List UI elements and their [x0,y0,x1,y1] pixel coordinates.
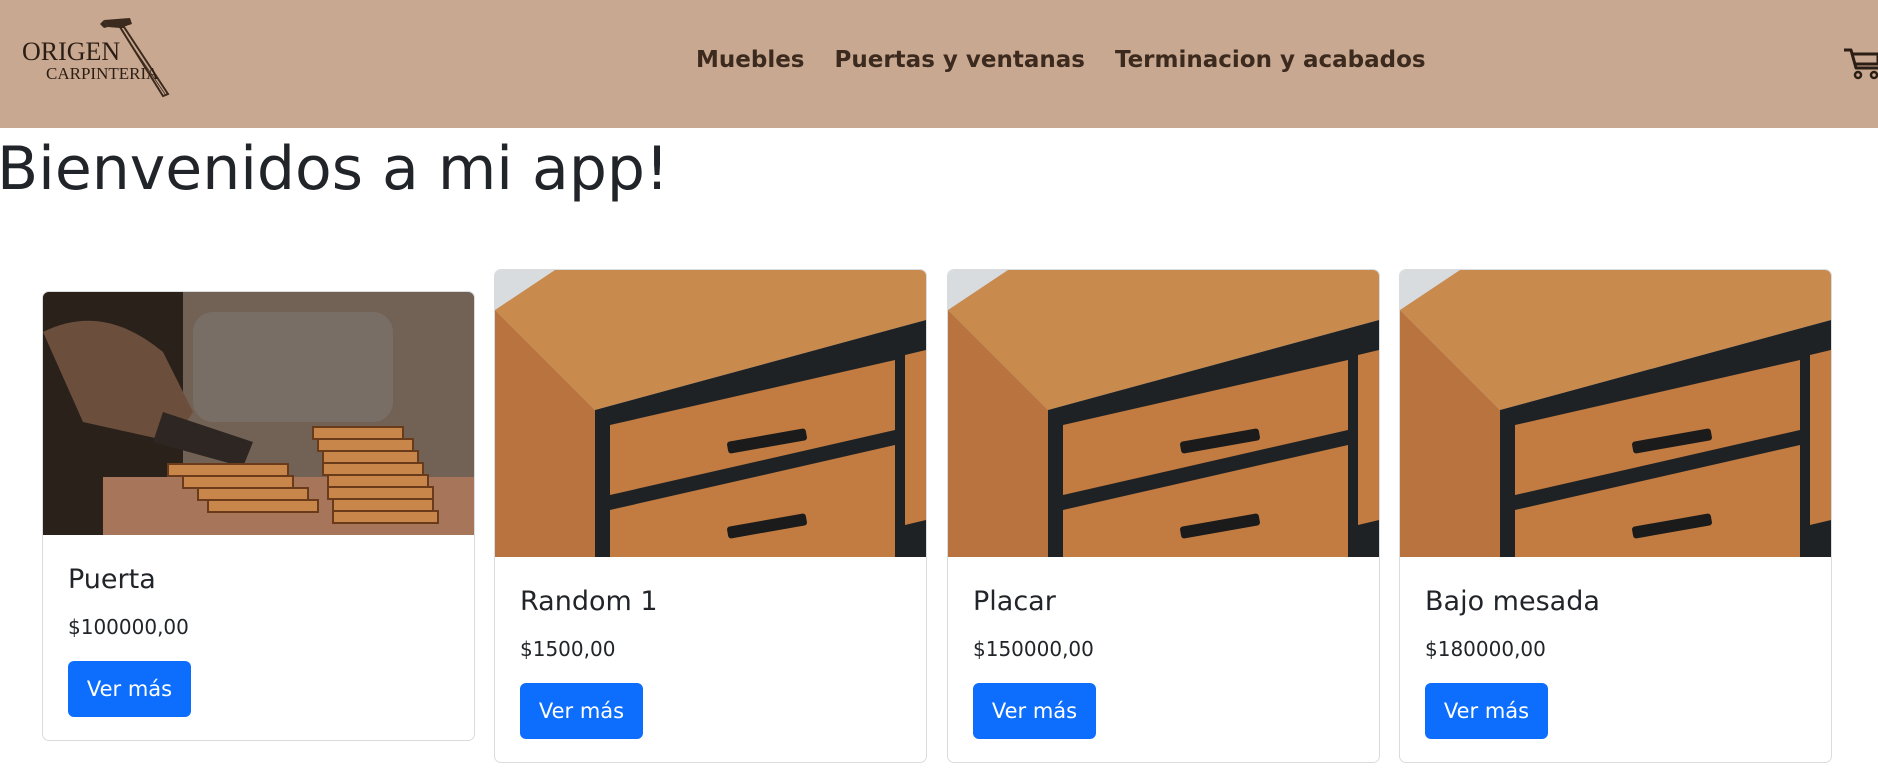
product-image[interactable] [495,270,926,557]
product-card: Bajo mesada $180000,00 Ver más [1399,269,1832,764]
product-name: Random 1 [520,586,658,617]
nav-item-puertas-y-ventanas[interactable]: Puertas y ventanas [835,47,1085,73]
product-name: Placar [973,586,1056,617]
ver-mas-button[interactable]: Ver más [1425,683,1548,740]
product-name: Bajo mesada [1425,586,1600,617]
cart-icon[interactable] [1843,44,1878,80]
product-card: Random 1 $1500,00 Ver más [494,269,927,764]
brand-name-line1: ORIGEN [22,37,120,66]
ver-mas-button[interactable]: Ver más [520,683,643,740]
product-card: Puerta $100000,00 Ver más [42,291,475,742]
product-image[interactable] [43,292,474,535]
product-price: $1500,00 [520,637,616,662]
nav-item-terminacion-y-acabados[interactable]: Terminacion y acabados [1115,47,1426,73]
product-card: Placar $150000,00 Ver más [947,269,1380,764]
product-price: $180000,00 [1425,637,1546,662]
navbar: ORIGEN CARPINTERIA Muebles Puertas y ven… [0,0,1878,128]
product-price: $150000,00 [973,637,1094,662]
main-nav: Muebles Puertas y ventanas Terminacion y… [696,47,1456,73]
brand-logo[interactable]: ORIGEN CARPINTERIA [20,14,180,100]
ver-mas-button[interactable]: Ver más [68,661,191,718]
product-price: $100000,00 [68,615,189,640]
brand-name-line2: CARPINTERIA [46,64,159,83]
product-image[interactable] [1400,270,1831,557]
ver-mas-button[interactable]: Ver más [973,683,1096,740]
nav-item-muebles[interactable]: Muebles [696,47,805,73]
product-name: Puerta [68,564,156,595]
page-title: Bienvenidos a mi app! [0,134,670,204]
product-image[interactable] [948,270,1379,557]
